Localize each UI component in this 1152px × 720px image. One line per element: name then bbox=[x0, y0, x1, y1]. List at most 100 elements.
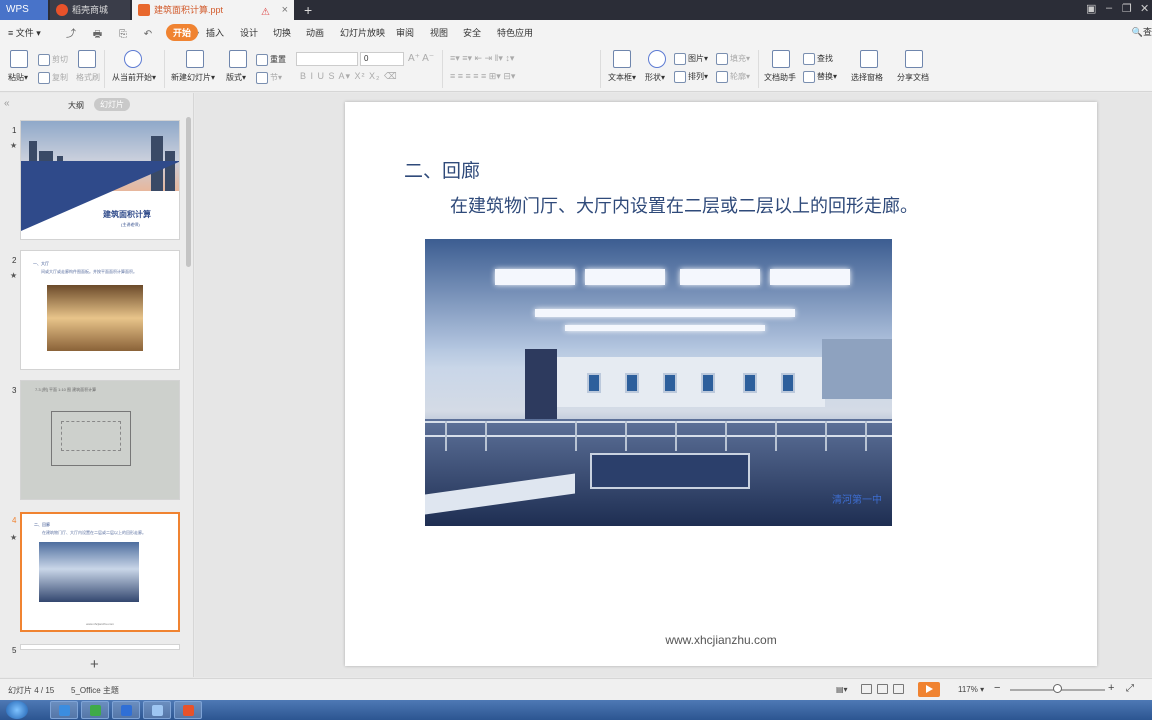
taskbar-app-2[interactable] bbox=[81, 701, 109, 719]
section-button[interactable]: 节▾ bbox=[256, 72, 282, 84]
paragraph-buttons[interactable]: ≡▾ ≡▾ ⇤ ⇥ ‖▾ ↕▾ bbox=[450, 53, 514, 64]
tab-label: 建筑面积计算.ppt bbox=[154, 5, 224, 15]
tab-document[interactable]: 建筑面积计算.ppt ⚠ × bbox=[132, 0, 294, 20]
taskbar-app-1[interactable] bbox=[50, 701, 78, 719]
minimize-icon[interactable]: – bbox=[1106, 2, 1112, 14]
zoom-level[interactable]: 117% ▾ bbox=[958, 685, 984, 694]
new-slide-button[interactable]: 新建幻灯片▾ bbox=[171, 72, 215, 83]
picture-icon bbox=[674, 53, 686, 65]
corridor-photo[interactable]: 清河第一中 bbox=[425, 239, 892, 526]
ribbon-separator bbox=[164, 50, 165, 88]
slide-counter: 幻灯片 4 / 15 bbox=[8, 686, 55, 695]
tab-slides[interactable]: 幻灯片 bbox=[94, 98, 130, 111]
arrange-button[interactable]: 排列▾ bbox=[674, 71, 708, 83]
panel-scrollbar[interactable] bbox=[186, 117, 191, 267]
share-doc-button[interactable]: 分享文档 bbox=[897, 72, 929, 83]
slide-thumbnail-1[interactable]: 建筑面积计算 (主讲老师) bbox=[20, 120, 180, 240]
sidebar-toggle-icon[interactable]: ▣ bbox=[1086, 2, 1096, 15]
normal-view-icon[interactable] bbox=[861, 684, 872, 694]
ribbon-toolbar: 粘贴▾ 剪切 复制 格式刷 从当前开始▾ 新建幻灯片▾ 版式▾ 重置 节▾ 0 … bbox=[0, 44, 1152, 92]
menu-review[interactable]: 审阅 bbox=[396, 26, 414, 39]
title-bar: WPS 稻壳商城 建筑面积计算.ppt ⚠ × + ▣ – ❐ ✕ bbox=[0, 0, 1152, 20]
share-icon[interactable] bbox=[905, 50, 923, 68]
theme-name: 5_Office 主题 bbox=[71, 686, 119, 695]
fit-window-icon[interactable]: ⤢ bbox=[1126, 683, 1134, 694]
arrange-icon bbox=[674, 71, 686, 83]
outline-button[interactable]: 轮廓▾ bbox=[716, 71, 750, 83]
play-from-current-icon[interactable] bbox=[124, 50, 142, 68]
format-painter-icon[interactable] bbox=[78, 50, 96, 68]
taskbar-app-3[interactable] bbox=[112, 701, 140, 719]
menu-insert[interactable]: 插入 bbox=[206, 26, 224, 39]
slide-number: 2 bbox=[12, 256, 17, 265]
wps-home-tab[interactable]: WPS bbox=[0, 0, 48, 20]
select-pane-button[interactable]: 选择窗格 bbox=[851, 72, 883, 83]
slide-thumbnail-4[interactable]: 二、回廊 在建筑物门厅、大厅内设置在二层或二层以上的回形走廊。 www.xhcj… bbox=[20, 512, 180, 632]
find-button[interactable]: 查找 bbox=[803, 53, 833, 65]
cut-button[interactable]: 剪切 bbox=[38, 54, 68, 66]
format-painter-button[interactable]: 格式刷 bbox=[76, 72, 100, 83]
close-tab-icon[interactable]: × bbox=[282, 0, 288, 20]
shapes-icon[interactable] bbox=[648, 50, 666, 68]
current-slide[interactable]: 二、回廊 在建筑物门厅、大厅内设置在二层或二层以上的回形走廊。 清河第一中 ww… bbox=[345, 102, 1097, 666]
menu-view[interactable]: 视图 bbox=[430, 26, 448, 39]
layout-button[interactable]: 版式▾ bbox=[226, 72, 246, 83]
from-current-button[interactable]: 从当前开始▾ bbox=[112, 72, 156, 83]
tab-outline[interactable]: 大纲 bbox=[68, 100, 84, 111]
new-tab-button[interactable]: + bbox=[304, 0, 312, 20]
tab-docer-store[interactable]: 稻壳商城 bbox=[50, 0, 130, 20]
zoom-in-button[interactable]: + bbox=[1108, 682, 1114, 694]
menu-home[interactable]: 开始 bbox=[166, 24, 199, 41]
reset-button[interactable]: 重置 bbox=[256, 54, 286, 66]
taskbar-app-wps[interactable] bbox=[174, 701, 202, 719]
align-buttons[interactable]: ≡ ≡ ≡ ≡ ≡ ⊞▾ ⊟▾ bbox=[450, 71, 515, 82]
replace-button[interactable]: 替换▾ bbox=[803, 71, 837, 83]
copy-button[interactable]: 复制 bbox=[38, 72, 68, 84]
picture-button[interactable]: 图片▾ bbox=[674, 53, 708, 65]
os-taskbar bbox=[0, 700, 1152, 720]
thumb-title: 建筑面积计算 bbox=[103, 210, 151, 219]
paste-icon[interactable] bbox=[10, 50, 28, 68]
reading-view-icon[interactable] bbox=[893, 684, 904, 694]
doc-helper-icon[interactable] bbox=[772, 50, 790, 68]
collapse-panel-icon[interactable]: « bbox=[4, 98, 10, 109]
fill-icon bbox=[716, 53, 728, 65]
menu-slideshow[interactable]: 幻灯片放映 bbox=[340, 26, 385, 39]
menu-transition[interactable]: 切换 bbox=[273, 26, 291, 39]
file-menu[interactable]: ≡ 文件 ▾ bbox=[8, 26, 41, 39]
new-slide-icon[interactable] bbox=[186, 50, 204, 68]
notes-toggle-icon[interactable]: ▤▾ bbox=[836, 685, 848, 694]
slide-heading[interactable]: 二、回廊 bbox=[404, 156, 480, 183]
slide-thumbnail-5[interactable] bbox=[20, 644, 180, 650]
close-window-icon[interactable]: ✕ bbox=[1140, 2, 1149, 15]
select-pane-icon[interactable] bbox=[860, 50, 878, 68]
slide-body-text[interactable]: 在建筑物门厅、大厅内设置在二层或二层以上的回形走廊。 bbox=[450, 192, 918, 218]
slide-sorter-icon[interactable] bbox=[877, 684, 888, 694]
doc-helper-button[interactable]: 文档助手 bbox=[764, 72, 796, 83]
text-box-icon[interactable] bbox=[613, 50, 631, 68]
menu-features[interactable]: 特色应用 bbox=[497, 26, 533, 39]
menu-design[interactable]: 设计 bbox=[240, 26, 258, 39]
text-box-button[interactable]: 文本框▾ bbox=[608, 72, 636, 83]
menu-animation[interactable]: 动画 bbox=[306, 26, 324, 39]
shapes-button[interactable]: 形状▾ bbox=[645, 72, 665, 83]
add-slide-button[interactable]: + bbox=[90, 656, 99, 673]
font-size-field[interactable]: 0 bbox=[360, 52, 404, 66]
start-button[interactable] bbox=[6, 701, 28, 719]
fill-button[interactable]: 填充▾ bbox=[716, 53, 750, 65]
slide-thumbnail-2[interactable]: 一、大厅 间或大厅或走廊构件图面板。并按平面面积计算面积。 bbox=[20, 250, 180, 370]
maximize-icon[interactable]: ❐ bbox=[1122, 2, 1132, 15]
paste-button[interactable]: 粘贴▾ bbox=[8, 72, 28, 83]
font-grow-shrink[interactable]: A⁺ A⁻ bbox=[408, 53, 434, 64]
zoom-slider-knob[interactable] bbox=[1053, 684, 1062, 693]
slideshow-play-button[interactable] bbox=[918, 682, 940, 697]
taskbar-app-4[interactable] bbox=[143, 701, 171, 719]
menu-security[interactable]: 安全 bbox=[463, 26, 481, 39]
font-name-field[interactable] bbox=[296, 52, 358, 66]
layout-icon[interactable] bbox=[229, 50, 247, 68]
slide-thumbnail-3[interactable]: 7.3 [例] 平面 1:10 图 建筑面积计算 bbox=[20, 380, 180, 500]
search-command[interactable]: 🔍查 bbox=[1132, 25, 1152, 38]
thumb-url: www.xhcjianzhu.com bbox=[86, 622, 114, 626]
font-style-buttons[interactable]: B I U S A▾ X² X₂ ⌫ bbox=[300, 71, 398, 82]
zoom-out-button[interactable]: − bbox=[994, 682, 1000, 694]
